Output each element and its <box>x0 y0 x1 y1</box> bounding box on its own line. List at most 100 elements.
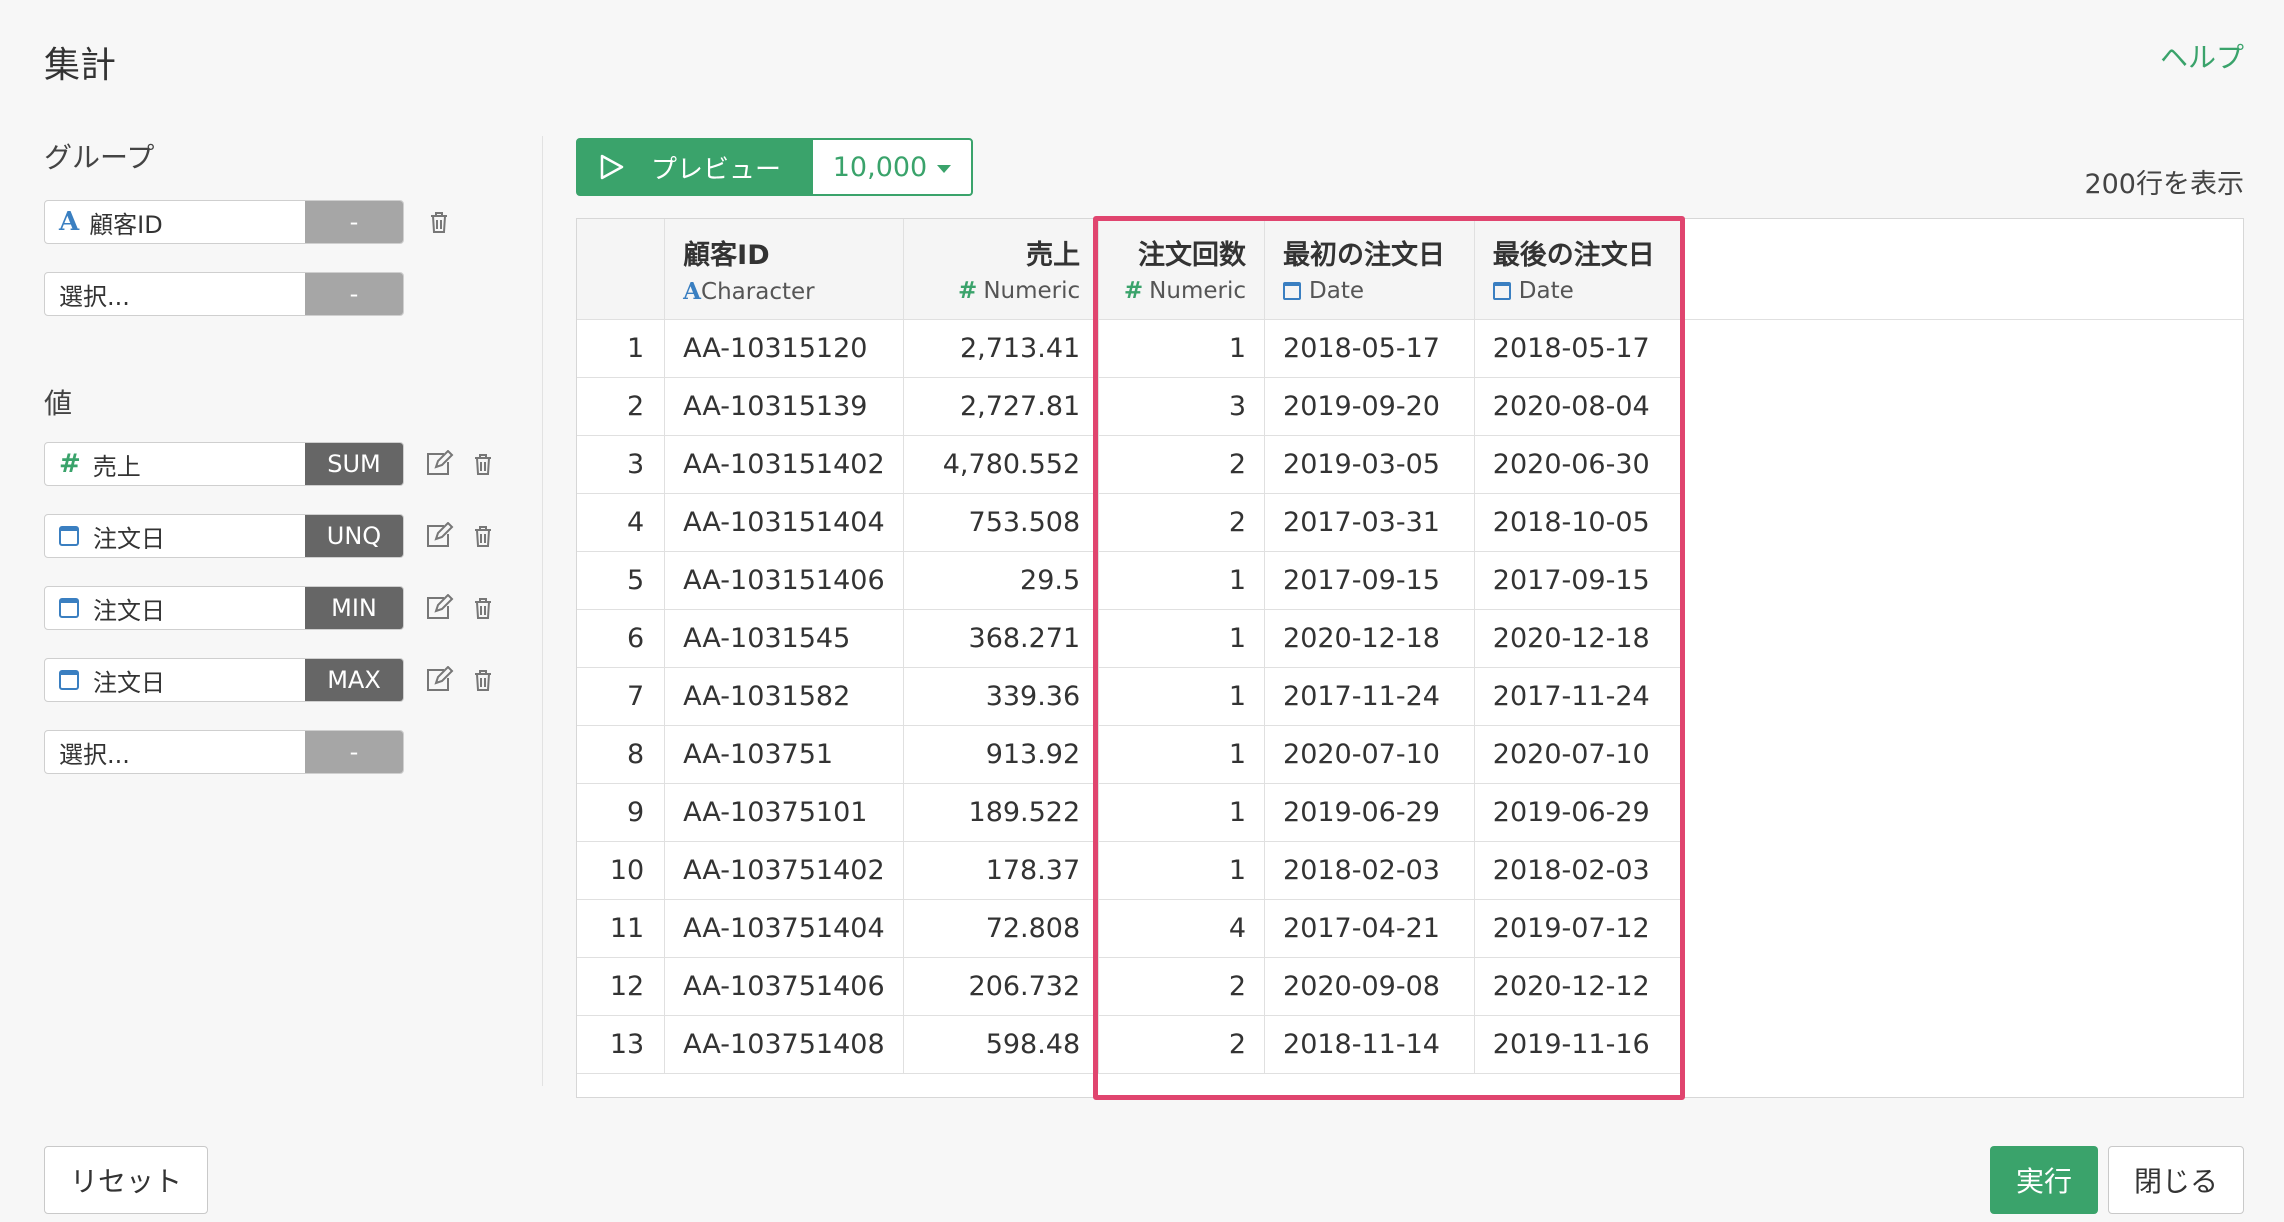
table-row: 8 AA-103751 913.92 1 2020-07-10 2020-07-10 <box>577 725 2243 784</box>
table-cell: 2017-11-24 <box>1474 667 1685 726</box>
column-header-type: Date <box>1518 278 1574 305</box>
column-header[interactable]: 最初の注文日 Date <box>1264 219 1475 320</box>
table-row: 12 AA-103751406 206.732 2 2020-09-08 2020-12-… <box>577 957 2243 1016</box>
value-agg-button-empty[interactable]: - <box>305 731 403 773</box>
table-cell: AA-103751404 <box>664 899 904 958</box>
table-cell: 2019-06-29 <box>1474 783 1685 842</box>
preview-button[interactable]: プレビュー <box>576 138 812 196</box>
column-header-type: Date <box>1309 278 1364 305</box>
column-header-type: Character <box>701 278 815 305</box>
caret-down-icon <box>937 165 952 173</box>
table-cell: 2 <box>1098 957 1266 1016</box>
date-type-icon <box>1283 282 1302 301</box>
group-agg-button[interactable]: - <box>305 201 403 243</box>
value-column-selector[interactable]: 注文日 MIN <box>44 586 404 630</box>
table-cell: AA-103151402 <box>664 435 904 494</box>
column-header[interactable]: 顧客ID ACharacter <box>664 219 904 320</box>
value-column-selector[interactable]: 注文日 UNQ <box>44 514 404 558</box>
table-cell: 2,713.41 <box>903 319 1100 378</box>
group-column-selector-empty[interactable]: 選択... - <box>44 272 404 316</box>
empty-cell <box>1684 435 2243 493</box>
close-button[interactable]: 閉じる <box>2108 1146 2244 1214</box>
empty-cell <box>1684 667 2243 725</box>
row-count-text: 200行を表示 <box>2084 169 2244 200</box>
rows-value: 10,000 <box>832 151 928 183</box>
value-column-selector[interactable]: # 売上 SUM <box>44 442 404 486</box>
empty-cell <box>1684 551 2243 609</box>
table-cell: 2019-03-05 <box>1264 435 1475 494</box>
value-row: 注文日 UNQ <box>44 514 500 558</box>
trash-icon[interactable] <box>466 663 500 697</box>
rows-dropdown[interactable]: 10,000 <box>811 138 973 196</box>
date-type-icon <box>59 526 79 546</box>
trash-icon[interactable] <box>466 519 500 553</box>
table-cell: 1 <box>1098 841 1266 900</box>
table-cell: 2017-04-21 <box>1264 899 1475 958</box>
table-cell: 2019-09-20 <box>1264 377 1475 436</box>
value-section-label: 値 <box>44 387 73 420</box>
date-type-icon <box>1492 282 1511 301</box>
value-column-selector[interactable]: 注文日 MAX <box>44 658 404 702</box>
table-cell: 2018-10-05 <box>1474 493 1685 552</box>
table-cell: 2018-05-17 <box>1474 319 1685 378</box>
table-cell: 4 <box>1098 899 1266 958</box>
value-agg-button[interactable]: SUM <box>305 443 403 485</box>
header-row: 顧客ID ACharacter 売上 # Numeric 注文回数 # Numeri… <box>577 219 2243 320</box>
table-row: 5 AA-103151406 29.5 1 2017-09-15 2017-09-15 <box>577 551 2243 610</box>
row-index-cell: 11 <box>577 899 666 958</box>
table-cell: 2019-07-12 <box>1474 899 1685 958</box>
data-grid[interactable]: 顧客ID ACharacter 売上 # Numeric 注文回数 # Numeri… <box>576 218 2244 1098</box>
table-row: 2 AA-10315139 2,727.81 3 2019-09-20 2020-08-0… <box>577 377 2243 436</box>
table-cell: 206.732 <box>903 957 1100 1016</box>
value-agg-button[interactable]: MIN <box>305 587 403 629</box>
edit-icon[interactable] <box>422 447 456 481</box>
table-cell: 2018-11-14 <box>1264 1015 1475 1074</box>
group-column-selector[interactable]: A 顧客ID - <box>44 200 404 244</box>
value-select-placeholder: 選択... <box>59 740 130 769</box>
table-cell: 2018-02-03 <box>1474 841 1685 900</box>
table-cell: AA-103151404 <box>664 493 904 552</box>
table-cell: 2017-11-24 <box>1264 667 1475 726</box>
column-header-name: 最後の注文日 <box>1492 240 1655 272</box>
table-cell: AA-10315139 <box>664 377 904 436</box>
value-agg-button[interactable]: MAX <box>305 659 403 701</box>
table-cell: 753.508 <box>903 493 1100 552</box>
trash-icon[interactable] <box>466 447 500 481</box>
edit-icon[interactable] <box>422 663 456 697</box>
column-header[interactable]: 売上 # Numeric <box>903 219 1100 320</box>
table-cell: AA-1031582 <box>664 667 904 726</box>
help-link[interactable]: ヘルプ <box>2160 36 2244 76</box>
run-button[interactable]: 実行 <box>1990 1146 2098 1214</box>
table-row: 9 AA-10375101 189.522 1 2019-06-29 2019-06-29 <box>577 783 2243 842</box>
value-row: 注文日 MAX <box>44 658 500 702</box>
edit-icon[interactable] <box>422 591 456 625</box>
table-cell: 2017-09-15 <box>1264 551 1475 610</box>
group-column-label: 顧客ID <box>89 210 163 239</box>
table-cell: 1 <box>1098 783 1266 842</box>
column-header[interactable]: 最後の注文日 Date <box>1474 219 1685 320</box>
table-cell: 1 <box>1098 725 1266 784</box>
trash-icon[interactable] <box>422 205 456 239</box>
table-row: 11 AA-103751404 72.808 4 2017-04-21 2019-07-1… <box>577 899 2243 958</box>
value-row-empty: 選択... - <box>44 730 404 774</box>
date-type-icon <box>59 598 79 618</box>
value-agg-button[interactable]: UNQ <box>305 515 403 557</box>
table-row: 4 AA-103151404 753.508 2 2017-03-31 2018-10-0… <box>577 493 2243 552</box>
table-cell: 2020-07-10 <box>1474 725 1685 784</box>
empty-cell <box>1684 899 2243 957</box>
value-column-selector-empty[interactable]: 選択... - <box>44 730 404 774</box>
reset-button[interactable]: リセット <box>44 1146 208 1214</box>
edit-icon[interactable] <box>422 519 456 553</box>
table-cell: 1 <box>1098 609 1266 668</box>
table-cell: 1 <box>1098 551 1266 610</box>
table-row: 10 AA-103751402 178.37 1 2018-02-03 2018-02-0… <box>577 841 2243 900</box>
group-agg-button-empty[interactable]: - <box>305 273 403 315</box>
value-column-label: 注文日 <box>93 524 165 553</box>
numeric-type-icon: # <box>1123 278 1144 305</box>
row-index-cell: 1 <box>577 319 666 378</box>
trash-icon[interactable] <box>466 591 500 625</box>
empty-cell <box>1684 957 2243 1015</box>
column-header[interactable]: 注文回数 # Numeric <box>1098 219 1266 320</box>
column-header-type: Numeric <box>983 278 1081 305</box>
row-index-cell: 6 <box>577 609 666 668</box>
